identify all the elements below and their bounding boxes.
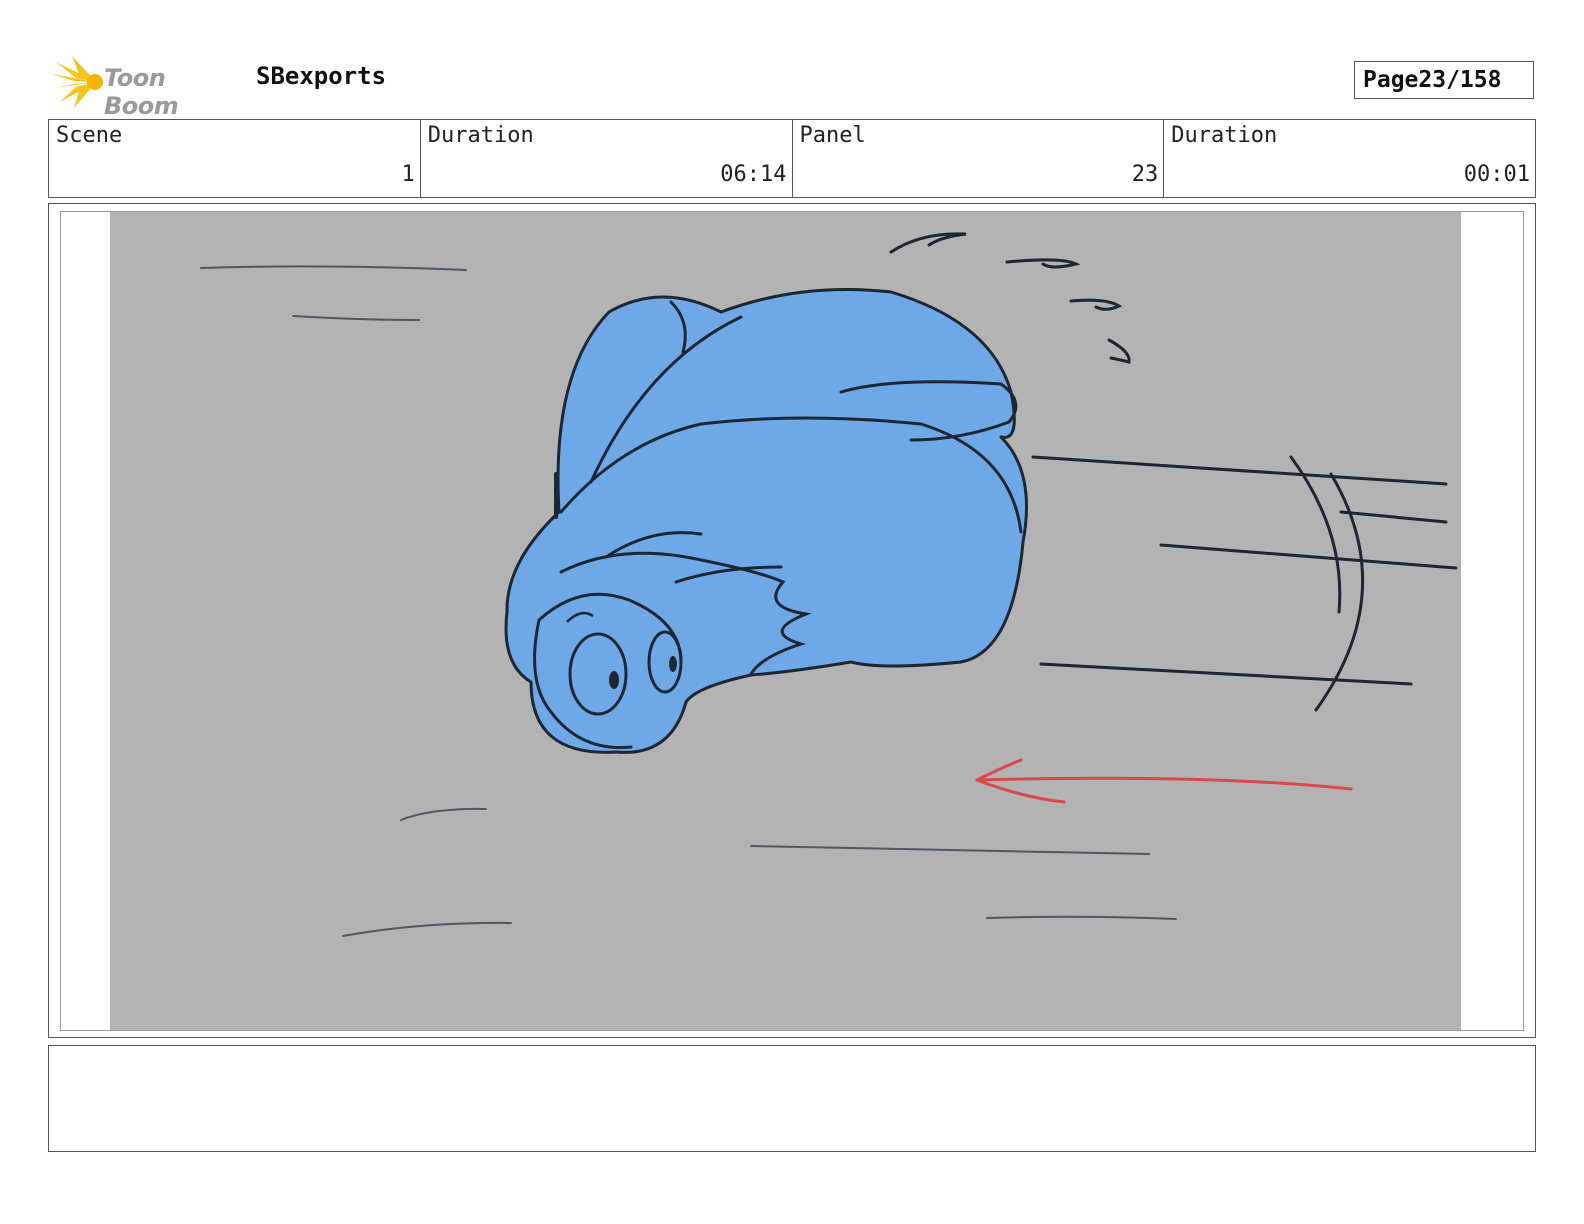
panel-duration-value: 00:01: [1463, 162, 1530, 187]
scene-duration-cell: Duration 06:14: [421, 120, 793, 197]
panel-duration-cell: Duration 00:01: [1164, 120, 1535, 197]
panel-notes: [48, 1045, 1536, 1152]
panel-image-frame: [48, 203, 1536, 1038]
scene-label: Scene: [56, 123, 123, 148]
star-burst-icon: [52, 56, 103, 108]
panel-duration-label: Duration: [1171, 123, 1278, 148]
scene-duration-label: Duration: [427, 123, 534, 148]
page-label: Page: [1363, 67, 1419, 93]
page-indicator: Page 23/158: [1354, 61, 1534, 99]
page-value: 23/158: [1418, 67, 1502, 93]
panel-label: Panel: [799, 123, 866, 148]
panel-value: 23: [1131, 162, 1159, 187]
panel-info-table: Scene 1 Duration 06:14 Panel 23 Duration…: [48, 119, 1536, 198]
scene-duration-value: 06:14: [720, 162, 787, 187]
scene-value: 1: [401, 162, 415, 187]
storyboard-sketch: [110, 212, 1461, 1030]
scene-cell: Scene 1: [49, 120, 421, 197]
panel-cell: Panel 23: [793, 120, 1165, 197]
panel-image: [60, 211, 1524, 1031]
project-name: SBexports: [256, 62, 387, 90]
toon-boom-logo: Toon Boom: [52, 56, 242, 120]
logo-text: Toon Boom: [104, 64, 179, 120]
